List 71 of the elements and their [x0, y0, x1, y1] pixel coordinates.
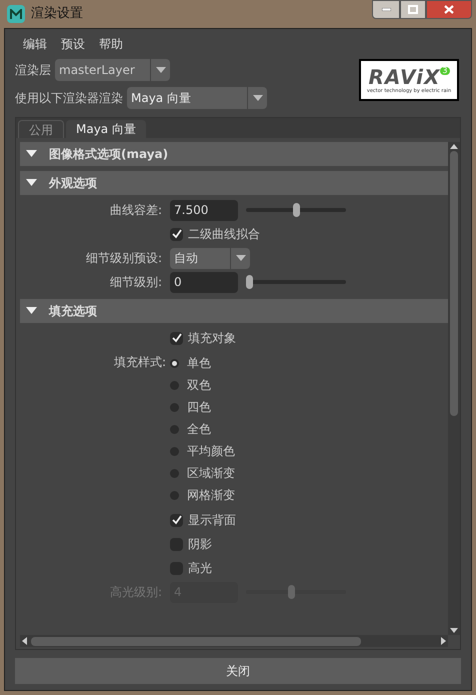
radio-button[interactable]: [170, 380, 179, 390]
triangle-down-icon: [26, 150, 37, 158]
menu-item[interactable]: 编辑: [23, 35, 47, 53]
radio-label: 双色: [187, 377, 211, 394]
checkbox[interactable]: [170, 538, 183, 550]
field-label: 细节级别预设:: [86, 250, 162, 267]
number-field[interactable]: 0: [170, 272, 238, 292]
maximize-icon: [408, 5, 418, 14]
triangle-down-icon: [26, 179, 37, 187]
maximize-button[interactable]: [400, 0, 426, 19]
app-icon: [7, 5, 25, 23]
radio-button[interactable]: [170, 490, 179, 500]
radio-label: 区域渐变: [187, 465, 235, 482]
radio-label: 单色: [187, 355, 211, 372]
checkbox-label: 高光: [188, 560, 212, 577]
radio-label: 网格渐变: [187, 487, 235, 504]
slider[interactable]: [246, 275, 346, 289]
minimize-icon: [382, 8, 390, 11]
caret-icon: [156, 67, 166, 73]
window-title: 渲染设置: [31, 5, 83, 24]
close-window-button[interactable]: [426, 0, 472, 19]
number-field[interactable]: 7.500: [170, 200, 238, 220]
triangle-down-icon: [26, 307, 37, 315]
minimize-button[interactable]: [372, 0, 400, 19]
section-header[interactable]: 填充选项: [20, 299, 448, 323]
caret-icon: [236, 255, 246, 261]
section-header[interactable]: 图像格式选项(maya): [20, 142, 448, 166]
slider[interactable]: [246, 203, 346, 217]
checkbox[interactable]: [170, 514, 183, 526]
checkbox-label: 阴影: [188, 536, 212, 553]
menu-item[interactable]: 预设: [61, 35, 85, 53]
field-label: 细节级别:: [110, 274, 162, 291]
scroll-up-icon: [450, 144, 458, 149]
radio-button[interactable]: [170, 402, 179, 412]
check-icon: [172, 515, 182, 525]
field-label: 曲线容差:: [110, 202, 162, 219]
radio-label: 全色: [187, 421, 211, 438]
close-icon: [444, 5, 454, 14]
radio-label: 平均颜色: [187, 443, 235, 460]
radio-button[interactable]: [170, 358, 179, 368]
section-header[interactable]: 外观选项: [20, 171, 448, 195]
radio-button[interactable]: [170, 468, 179, 478]
caret-icon: [252, 95, 262, 101]
checkbox[interactable]: [170, 562, 183, 574]
scroll-left-icon: [22, 637, 27, 645]
checkbox[interactable]: [170, 228, 183, 240]
checkbox-label: 填充对象: [188, 330, 236, 347]
radio-button[interactable]: [170, 446, 179, 456]
renderer-dropdown[interactable]: Maya 向量: [127, 87, 267, 109]
renderer-label: 使用以下渲染器渲染: [15, 90, 123, 107]
horizontal-scrollbar[interactable]: [20, 635, 448, 647]
tab[interactable]: Maya 向量: [66, 120, 146, 138]
radio-button[interactable]: [170, 424, 179, 434]
checkbox[interactable]: [170, 332, 183, 344]
dropdown[interactable]: 自动: [170, 248, 250, 268]
vertical-scrollbar[interactable]: [448, 142, 460, 635]
scroll-right-icon: [441, 637, 446, 645]
slider-thumb[interactable]: [246, 275, 253, 289]
close-button[interactable]: 关闭: [15, 658, 461, 684]
scroll-down-icon: [450, 628, 458, 633]
check-icon: [172, 333, 182, 343]
tab[interactable]: 公用: [18, 120, 64, 138]
check-icon: [172, 229, 182, 239]
field-label: 填充样式:: [114, 354, 166, 371]
slider-thumb[interactable]: [292, 203, 300, 217]
render-layer-label: 渲染层: [15, 62, 51, 79]
radio-label: 四色: [187, 399, 211, 416]
checkbox-label: 二级曲线拟合: [188, 226, 260, 243]
menu-item[interactable]: 帮助: [99, 35, 123, 53]
render-layer-dropdown[interactable]: masterLayer: [55, 59, 170, 81]
checkbox-label: 显示背面: [188, 512, 236, 529]
